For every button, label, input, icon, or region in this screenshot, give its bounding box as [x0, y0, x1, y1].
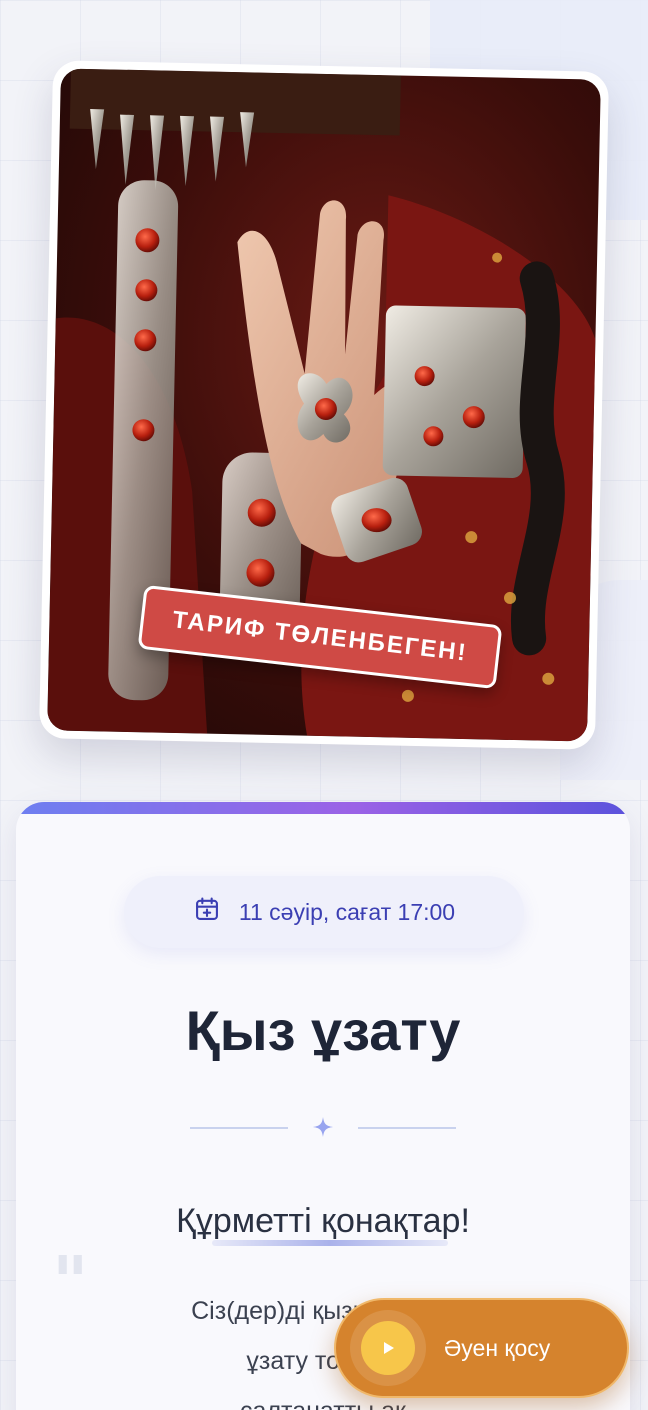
event-date-pill: 11 сәуір, сағат 17:00 — [124, 876, 524, 948]
play-button-ring — [350, 1310, 426, 1386]
divider-line — [358, 1127, 456, 1129]
event-title: Қыз ұзату — [185, 999, 461, 1062]
calendar-plus-icon — [193, 895, 221, 929]
divider-line — [190, 1127, 288, 1129]
event-date-text: 11 сәуір, сағат 17:00 — [238, 898, 456, 925]
play-music-button[interactable]: Әуен қосу — [334, 1298, 629, 1398]
greeting-underline — [212, 1240, 448, 1246]
card-accent-bar — [16, 802, 630, 814]
greeting-heading: Құрметті қонақтар! — [176, 1202, 470, 1240]
music-button-label: Әуен қосу — [444, 1334, 551, 1361]
play-icon — [361, 1321, 415, 1375]
sparkle-icon — [313, 1117, 333, 1137]
